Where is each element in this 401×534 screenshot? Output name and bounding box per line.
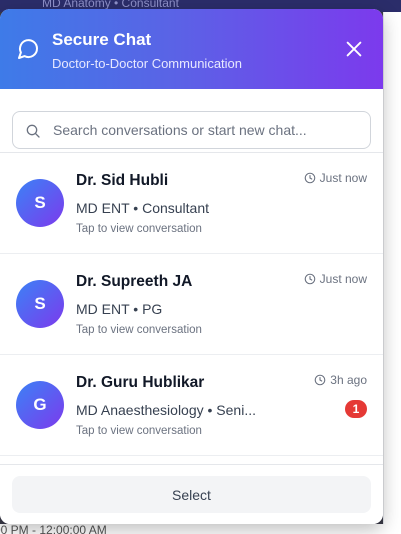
- conversation-hint: Tap to view conversation: [76, 223, 202, 235]
- chat-header: Secure Chat Doctor-to-Doctor Communicati…: [0, 9, 383, 89]
- contact-role: MD ENT • Consultant: [76, 200, 210, 216]
- contact-name: Dr. Guru Hublikar: [76, 374, 205, 391]
- conversation-list: S Dr. Sid Hubli MD ENT • Consultant Tap …: [0, 153, 383, 456]
- last-message-time: 3h ago: [314, 373, 367, 387]
- contact-role: MD Anaesthesiology • Seni...: [76, 402, 256, 418]
- search-icon: [26, 124, 40, 138]
- chat-title: Secure Chat: [52, 30, 152, 49]
- chat-footer: Select: [0, 464, 383, 524]
- clock-icon: [314, 374, 326, 386]
- chat-subtitle: Doctor-to-Doctor Communication: [52, 56, 243, 71]
- clock-icon: [304, 273, 315, 285]
- search-box[interactable]: [12, 111, 371, 149]
- close-icon[interactable]: [343, 38, 365, 60]
- contact-role: MD ENT • PG: [76, 301, 163, 317]
- conversation-item[interactable]: S Dr. Sid Hubli MD ENT • Consultant Tap …: [0, 153, 383, 254]
- avatar: S: [16, 280, 64, 328]
- select-button[interactable]: Select: [12, 476, 371, 513]
- time-label: Just now: [319, 171, 367, 185]
- avatar: G: [16, 381, 64, 429]
- conversation-item[interactable]: G Dr. Guru Hublikar MD Anaesthesiology •…: [0, 355, 383, 456]
- contact-name: Dr. Supreeth JA: [76, 273, 193, 290]
- unread-badge: 1: [345, 400, 367, 418]
- conversation-item[interactable]: S Dr. Supreeth JA MD ENT • PG Tap to vie…: [0, 254, 383, 355]
- conversation-hint: Tap to view conversation: [76, 425, 202, 437]
- last-message-time: Just now: [304, 272, 367, 286]
- last-message-time: Just now: [304, 171, 367, 185]
- clock-icon: [304, 172, 315, 184]
- background-time-range: 00 PM - 12:00:00 AM: [0, 523, 107, 534]
- search-section: [0, 89, 383, 153]
- time-label: Just now: [319, 272, 367, 286]
- conversation-hint: Tap to view conversation: [76, 324, 202, 336]
- secure-chat-panel: Secure Chat Doctor-to-Doctor Communicati…: [0, 9, 383, 524]
- time-label: 3h ago: [330, 373, 367, 387]
- avatar: S: [16, 179, 64, 227]
- chat-bubble-icon: [18, 39, 39, 59]
- background-app-right-edge: [383, 12, 401, 534]
- search-input[interactable]: [53, 112, 363, 148]
- contact-name: Dr. Sid Hubli: [76, 172, 169, 189]
